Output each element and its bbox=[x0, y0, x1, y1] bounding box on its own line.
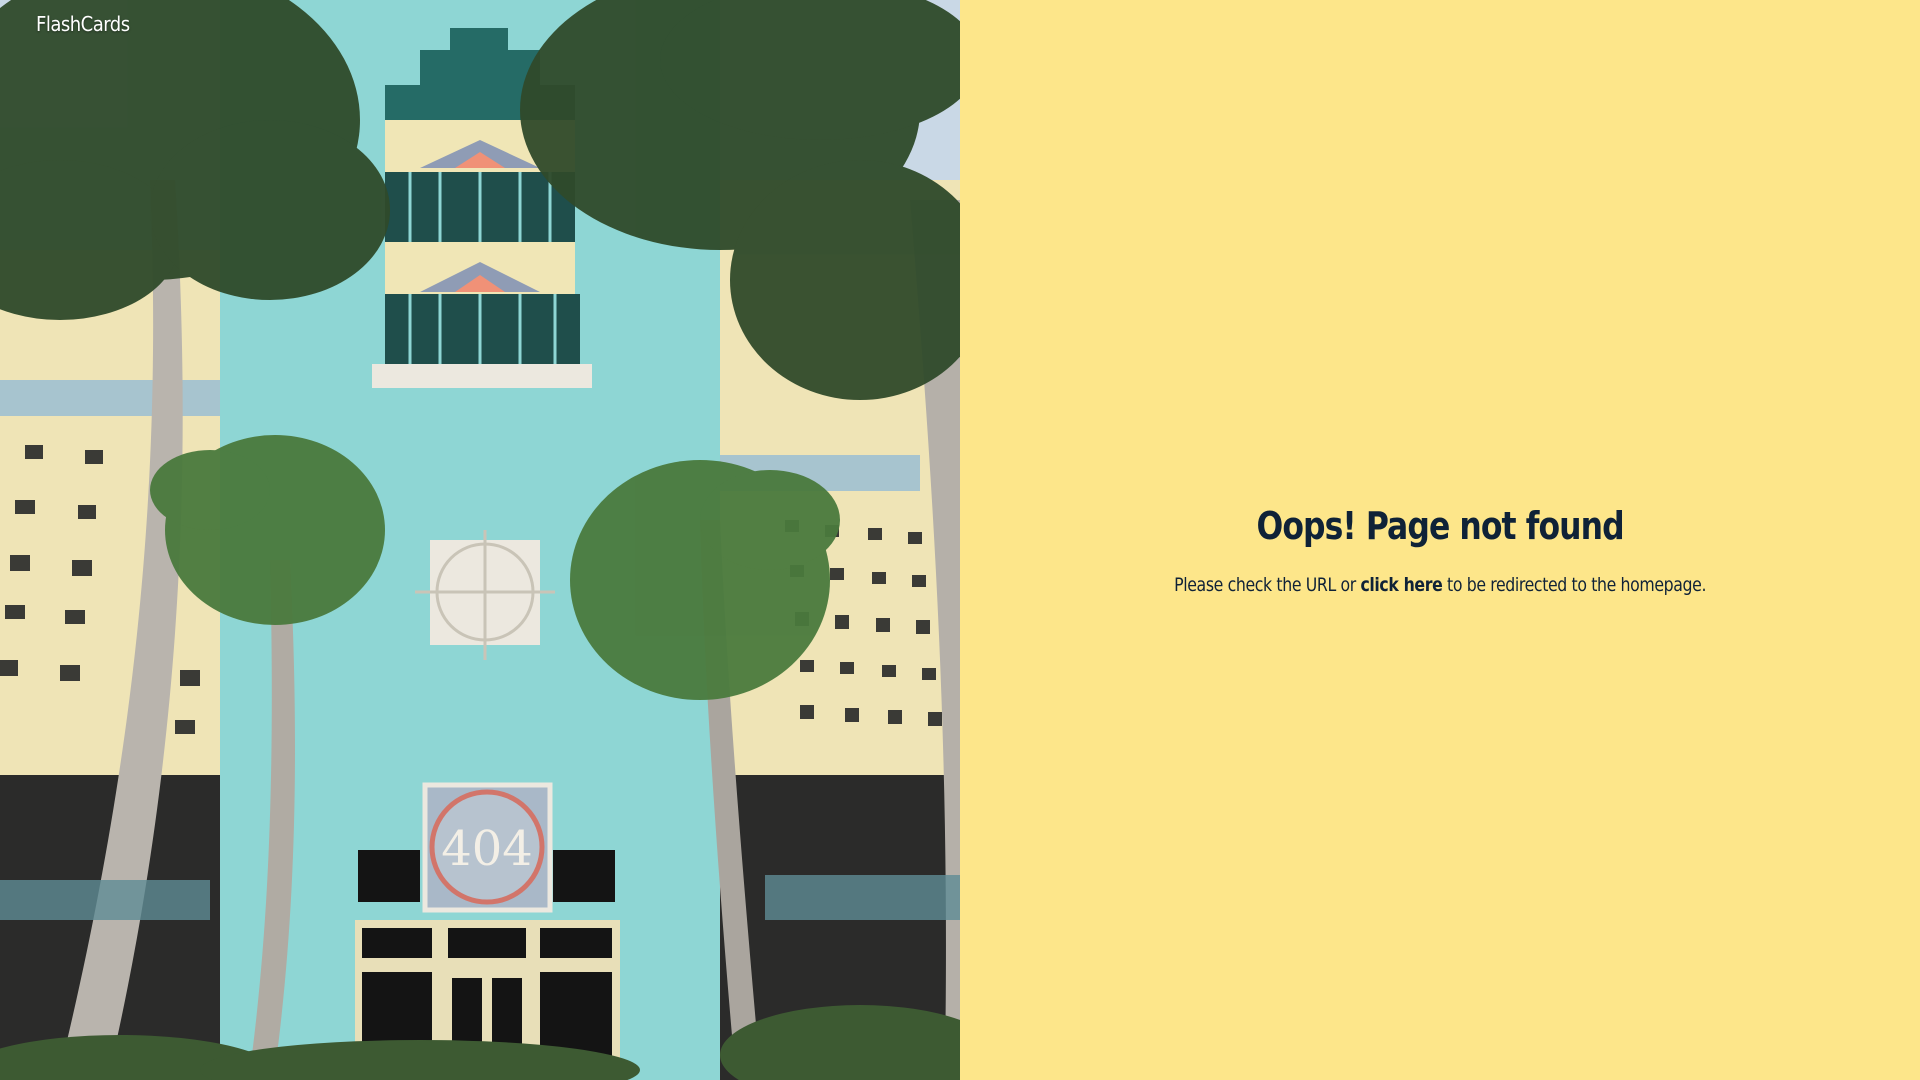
not-found-page: 404 FlashCards Oops! Page not found Plea… bbox=[0, 0, 1920, 1080]
sign-404-text: 404 bbox=[441, 821, 533, 877]
error-title: Oops! Page not found bbox=[1256, 504, 1624, 548]
homepage-redirect-link[interactable]: click here bbox=[1360, 574, 1442, 596]
error-description-end: to be redirected to the homepage. bbox=[1442, 574, 1706, 596]
error-description-start: Please check the URL or bbox=[1174, 574, 1361, 596]
error-message-panel: Oops! Page not found Please check the UR… bbox=[960, 0, 1920, 1080]
brand-logo-link[interactable]: FlashCards bbox=[36, 12, 130, 36]
hero-photo: 404 bbox=[0, 0, 960, 1080]
error-description: Please check the URL or click here to be… bbox=[1174, 574, 1706, 596]
error-message: Oops! Page not found Please check the UR… bbox=[1151, 504, 1729, 596]
hero-photo-panel: 404 FlashCards bbox=[0, 0, 960, 1080]
